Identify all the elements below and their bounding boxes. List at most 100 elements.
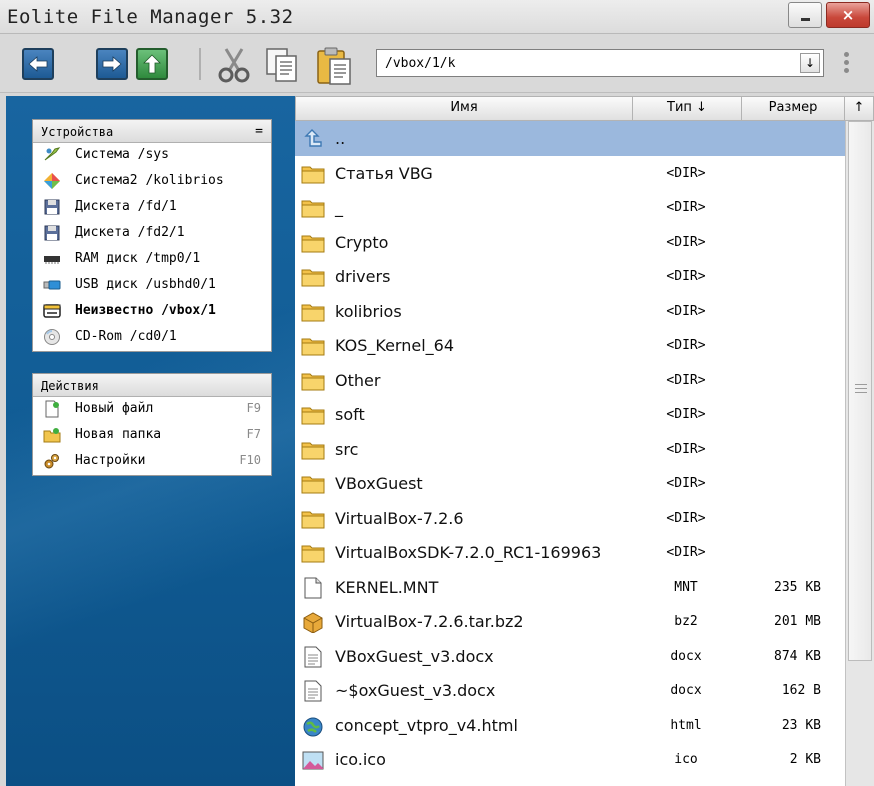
window-title: Eolite File Manager 5.32 bbox=[7, 6, 294, 28]
file-name: VirtualBoxSDK-7.2.0_RC1-169963 bbox=[335, 543, 602, 562]
folder-icon bbox=[301, 545, 325, 563]
minimize-button[interactable] bbox=[788, 2, 822, 28]
action-new-folder[interactable]: Новая папка F7 bbox=[33, 423, 271, 449]
path-text: /vbox/1/k bbox=[385, 56, 456, 71]
devices-title: Устройства bbox=[41, 125, 114, 139]
file-name: Other bbox=[335, 370, 381, 390]
system-icon bbox=[44, 147, 61, 161]
sort-toggle-button[interactable]: ↑ bbox=[844, 96, 874, 121]
file-name: VirtualBox-7.2.6 bbox=[335, 508, 464, 528]
file-type: bz2 bbox=[674, 614, 698, 629]
file-name: soft bbox=[335, 405, 365, 424]
path-dropdown-button[interactable]: ↓ bbox=[800, 53, 820, 73]
file-list: .. Статья VBG <DIR> _ <DIR> Crypto <DIR> driver… bbox=[295, 121, 845, 786]
file-row[interactable] bbox=[295, 777, 845, 786]
device-item-kolibrios[interactable]: Система2 /kolibrios bbox=[33, 169, 271, 195]
floppy-icon bbox=[44, 199, 60, 215]
file-type: docx bbox=[670, 648, 702, 664]
column-header-type[interactable]: Тип ↓ bbox=[632, 96, 742, 121]
file-row[interactable]: VBoxGuest_v3.docx docx 874 KB bbox=[295, 639, 845, 674]
file-row[interactable]: soft <DIR> bbox=[295, 397, 845, 432]
file-list-panel: Имя Тип ↓ Размер ↑ .. Статья VBG <DIR> _ <DI… bbox=[295, 96, 874, 786]
folder-icon bbox=[301, 304, 325, 321]
file-type: <DIR> bbox=[666, 269, 706, 284]
up-folder-icon bbox=[304, 129, 322, 147]
scrollbar-thumb[interactable] bbox=[848, 121, 872, 661]
file-name: KOS_Kernel_64 bbox=[335, 336, 454, 355]
column-header-name[interactable]: Имя bbox=[295, 96, 633, 121]
device-item-fd1[interactable]: Дискета /fd/1 bbox=[33, 195, 271, 221]
column-header-size[interactable]: Размер bbox=[741, 96, 845, 121]
file-row[interactable]: .. bbox=[295, 121, 845, 156]
actions-header: Действия bbox=[33, 374, 271, 397]
folder-icon bbox=[301, 338, 325, 356]
file-row[interactable]: VirtualBox-7.2.6 <DIR> bbox=[295, 501, 845, 536]
file-row[interactable]: kolibrios <DIR> bbox=[295, 294, 845, 329]
device-item-cdrom[interactable]: CD-Rom /cd0/1 bbox=[33, 325, 271, 351]
file-row[interactable]: Статья VBG <DIR> bbox=[295, 156, 845, 191]
toolbar-separator bbox=[199, 48, 201, 80]
file-type: ico bbox=[674, 752, 698, 767]
up-icon bbox=[143, 54, 161, 74]
back-icon bbox=[28, 56, 48, 72]
action-settings[interactable]: Настройки F10 bbox=[33, 449, 271, 475]
file-row[interactable]: VirtualBox-7.2.6.tar.bz2 bz2 201 MB bbox=[295, 604, 845, 639]
file-type: html bbox=[670, 717, 702, 733]
file-row[interactable]: Crypto <DIR> bbox=[295, 225, 845, 260]
up-button[interactable] bbox=[136, 48, 168, 80]
file-type: <DIR> bbox=[666, 165, 706, 181]
folder-icon bbox=[301, 373, 325, 390]
toolbar: /vbox/1/k ↓ bbox=[0, 34, 874, 93]
file-row[interactable]: Other <DIR> bbox=[295, 363, 845, 398]
file-row[interactable]: drivers <DIR> bbox=[295, 259, 845, 294]
file-row[interactable]: VirtualBoxSDK-7.2.0_RC1-169963 <DIR> bbox=[295, 535, 845, 570]
device-item-vbox[interactable]: Неизвестно /vbox/1 bbox=[33, 299, 271, 325]
file-type: docx bbox=[670, 683, 702, 698]
action-new-file[interactable]: Новый файл F9 bbox=[33, 397, 271, 423]
more-menu-icon[interactable] bbox=[844, 52, 850, 76]
close-button[interactable]: × bbox=[826, 2, 870, 28]
cut-icon[interactable] bbox=[214, 45, 254, 85]
file-row[interactable]: KERNEL.MNT MNT 235 KB bbox=[295, 570, 845, 605]
file-row[interactable]: src <DIR> bbox=[295, 432, 845, 467]
file-row[interactable]: KOS_Kernel_64 <DIR> bbox=[295, 328, 845, 363]
folder-icon bbox=[301, 407, 325, 425]
paste-icon[interactable] bbox=[314, 45, 356, 87]
device-item-usb[interactable]: USB диск /usbhd0/1 bbox=[33, 273, 271, 299]
device-item-fd2[interactable]: Дискета /fd2/1 bbox=[33, 221, 271, 247]
file-row[interactable]: ~$oxGuest_v3.docx docx 162 B bbox=[295, 673, 845, 708]
path-input[interactable]: /vbox/1/k ↓ bbox=[376, 49, 824, 77]
file-type: <DIR> bbox=[666, 441, 706, 457]
file-size: 235 KB bbox=[774, 579, 821, 595]
file-name: src bbox=[335, 439, 359, 459]
file-row[interactable]: concept_vtpro_v4.html html 23 KB bbox=[295, 708, 845, 743]
back-button[interactable] bbox=[22, 48, 54, 80]
file-type: <DIR> bbox=[666, 234, 706, 250]
file-row[interactable]: ico.ico ico 2 KB bbox=[295, 742, 845, 777]
file-name: _ bbox=[335, 198, 343, 217]
file-type: MNT bbox=[674, 579, 698, 595]
vertical-scrollbar[interactable] bbox=[845, 121, 874, 786]
devices-menu-icon[interactable]: = bbox=[255, 124, 263, 139]
file-name: VBoxGuest bbox=[335, 474, 423, 493]
file-row[interactable]: VBoxGuest <DIR> bbox=[295, 466, 845, 501]
devices-header: Устройства = bbox=[33, 120, 271, 143]
floppy-icon bbox=[44, 225, 60, 241]
forward-button[interactable] bbox=[96, 48, 128, 80]
file-row[interactable]: _ <DIR> bbox=[295, 190, 845, 225]
file-type: <DIR> bbox=[666, 372, 706, 388]
ram-icon bbox=[44, 256, 60, 264]
copy-icon[interactable] bbox=[262, 45, 302, 85]
file-type: <DIR> bbox=[666, 476, 706, 491]
file-name: Crypto bbox=[335, 232, 389, 252]
image-icon bbox=[302, 751, 324, 770]
device-item-ram[interactable]: RAM диск /tmp0/1 bbox=[33, 247, 271, 273]
file-name: concept_vtpro_v4.html bbox=[335, 715, 518, 735]
file-size: 874 KB bbox=[774, 648, 821, 664]
file-size: 201 MB bbox=[774, 614, 821, 629]
device-item-sys[interactable]: Система /sys bbox=[33, 143, 271, 169]
folder-icon bbox=[301, 511, 325, 528]
folder-icon bbox=[301, 476, 325, 494]
archive-icon bbox=[303, 612, 323, 633]
folder-icon bbox=[301, 235, 325, 252]
